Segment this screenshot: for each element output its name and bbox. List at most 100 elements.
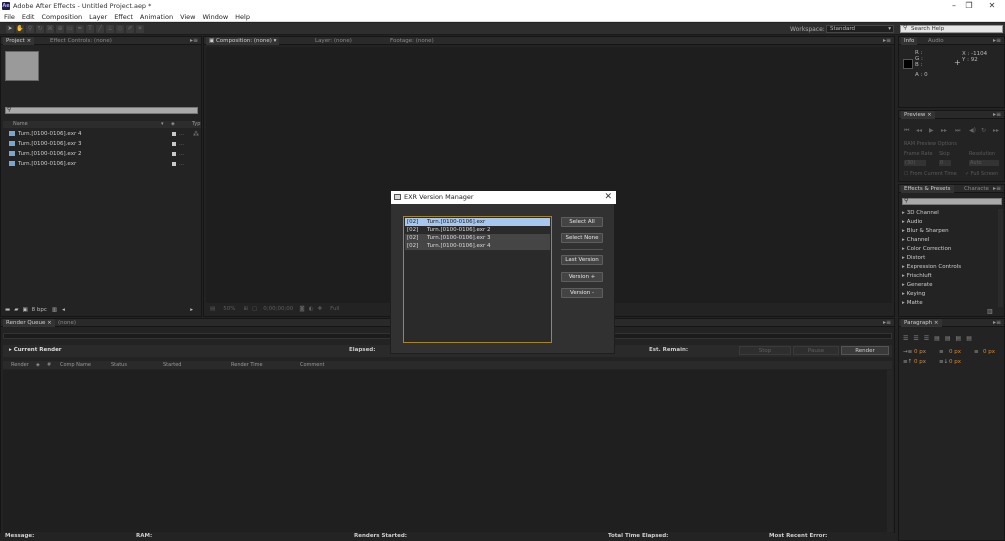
column-render[interactable]: Render: [11, 361, 29, 369]
color-icon[interactable]: ✚: [317, 304, 322, 314]
panel-menu-icon[interactable]: ▸≡: [883, 319, 891, 327]
menu-animation[interactable]: Animation: [140, 13, 173, 21]
render-queue-list[interactable]: [3, 370, 887, 532]
pan-behind-tool-icon[interactable]: ⊕: [56, 24, 64, 33]
tab-layer[interactable]: Layer: (none): [312, 37, 355, 45]
zoom-tool-icon[interactable]: ⚲: [26, 24, 34, 33]
effect-category[interactable]: ▸ Frischluft: [902, 272, 932, 280]
timecode-display[interactable]: 0;00;00;00: [263, 304, 293, 314]
column-started[interactable]: Started: [163, 361, 181, 369]
tab-paragraph[interactable]: Paragraph ×: [901, 319, 942, 327]
trash-icon[interactable]: ▥: [52, 306, 57, 314]
menu-effect[interactable]: Effect: [114, 13, 133, 21]
align-left-icon[interactable]: ☰: [903, 335, 908, 342]
version-list-item[interactable]: [02] Turn.[0100-0106].exr: [405, 218, 550, 226]
align-right-icon[interactable]: ☰: [924, 335, 929, 342]
project-item[interactable]: Turn.[0100-0106].exr 4: [9, 130, 81, 138]
from-current-time-checkbox[interactable]: ☐ From Current Time: [904, 171, 957, 177]
project-item[interactable]: Turn.[0100-0106].exr 3: [9, 140, 81, 148]
rotation-tool-icon[interactable]: ↻: [36, 24, 44, 33]
version-list-item[interactable]: [02] Turn.[0100-0106].exr 4: [405, 242, 550, 250]
render-button[interactable]: Render: [841, 346, 889, 355]
effect-category[interactable]: ▸ Audio: [902, 218, 922, 226]
scroll-right-icon[interactable]: ▸: [190, 306, 193, 314]
panel-menu-icon[interactable]: ▸≡: [993, 319, 1001, 327]
mask-tool-icon[interactable]: ▭: [66, 24, 74, 33]
tab-audio[interactable]: Audio: [925, 37, 947, 45]
column-number[interactable]: #: [47, 361, 51, 369]
label-column-icon[interactable]: ◈: [171, 121, 175, 128]
project-search-input[interactable]: ⚲: [5, 106, 198, 114]
mute-icon[interactable]: ◀): [969, 127, 976, 134]
justify-all-icon[interactable]: ▤: [966, 335, 972, 342]
full-screen-checkbox[interactable]: ✓ Full Screen: [965, 171, 998, 177]
play-icon[interactable]: ▶: [929, 127, 934, 134]
column-comp-name[interactable]: Comp Name: [60, 361, 91, 369]
type-tool-icon[interactable]: T: [86, 24, 94, 33]
label-swatch[interactable]: [172, 162, 176, 166]
new-folder-icon[interactable]: ▰: [14, 306, 18, 314]
current-render-toggle[interactable]: ▸ Current Render: [9, 347, 62, 353]
search-help-input[interactable]: ⚲ Search Help: [900, 25, 1003, 33]
snapshot-icon[interactable]: ▢: [252, 304, 257, 314]
next-frame-icon[interactable]: ▸▸: [941, 127, 947, 134]
project-item[interactable]: Turn.[0100-0106].exr: [9, 160, 76, 168]
panel-menu-icon[interactable]: ▸≡: [190, 37, 198, 45]
panel-menu-icon[interactable]: ▸≡: [993, 185, 1001, 193]
tab-footage[interactable]: Footage: (none): [387, 37, 437, 45]
close-icon[interactable]: ✕: [985, 1, 999, 10]
new-preset-icon[interactable]: ▥: [987, 308, 993, 315]
puppet-tool-icon[interactable]: ✶: [136, 24, 144, 33]
show-channel-icon[interactable]: ◐: [309, 304, 314, 314]
dialog-close-icon[interactable]: ✕: [604, 191, 612, 204]
effect-category[interactable]: ▸ Expression Controls: [902, 263, 961, 271]
new-comp-icon[interactable]: ▣: [22, 306, 27, 314]
stop-button[interactable]: Stop: [739, 346, 791, 355]
justify-right-icon[interactable]: ▤: [956, 335, 962, 342]
ram-preview-icon[interactable]: ▸▸: [993, 127, 999, 134]
first-frame-icon[interactable]: ⏮: [904, 127, 909, 135]
indent-right-value[interactable]: 0 px: [949, 349, 961, 355]
workspace-select[interactable]: Standard ▾: [826, 25, 894, 33]
label-column-icon[interactable]: ◈: [36, 361, 40, 369]
always-preview-icon[interactable]: ▤: [210, 304, 215, 314]
justify-center-icon[interactable]: ▤: [945, 335, 951, 342]
menu-edit[interactable]: Edit: [22, 13, 35, 21]
bpc-button[interactable]: 8 bpc: [32, 306, 47, 314]
zoom-select[interactable]: 50%: [223, 304, 235, 314]
menu-file[interactable]: File: [4, 13, 15, 21]
indent-left-value[interactable]: 0 px: [914, 349, 926, 355]
pen-tool-icon[interactable]: ✒: [76, 24, 84, 33]
eraser-tool-icon[interactable]: ◇: [116, 24, 124, 33]
effect-category[interactable]: ▸ Keying: [902, 290, 925, 298]
render-queue-scrollbar[interactable]: [887, 370, 893, 532]
menu-help[interactable]: Help: [235, 13, 250, 21]
menu-view[interactable]: View: [180, 13, 195, 21]
resolution-select[interactable]: Auto: [969, 160, 999, 166]
loop-icon[interactable]: ↻: [981, 127, 986, 134]
select-all-button[interactable]: Select All: [561, 217, 603, 227]
tab-effect-controls[interactable]: Effect Controls: (none): [47, 37, 115, 45]
pause-button[interactable]: Pause: [793, 346, 839, 355]
panel-menu-icon[interactable]: ▸≡: [993, 111, 1001, 119]
align-center-icon[interactable]: ☰: [913, 335, 918, 342]
panel-menu-icon[interactable]: ▸≡: [993, 37, 1001, 45]
tab-composition[interactable]: ▣ Composition: (none) ▾: [206, 37, 280, 45]
tab-info[interactable]: Info: [901, 37, 918, 45]
space-after-value[interactable]: 0 px: [949, 359, 961, 365]
minimize-icon[interactable]: –: [947, 1, 961, 10]
version-list-item[interactable]: [02] Turn.[0100-0106].exr 2: [405, 226, 550, 234]
effect-category[interactable]: ▸ Color Correction: [902, 245, 951, 253]
space-before-value[interactable]: 0 px: [914, 359, 926, 365]
hand-tool-icon[interactable]: ✋: [16, 24, 24, 33]
effect-category[interactable]: ▸ Generate: [902, 281, 932, 289]
selection-tool-icon[interactable]: ➤: [6, 24, 14, 33]
tab-effects-presets[interactable]: Effects & Presets: [901, 185, 954, 193]
tab-character[interactable]: Characte: [961, 185, 992, 193]
effect-category[interactable]: ▸ Matte: [902, 299, 923, 307]
camera-icon[interactable]: ◙: [299, 304, 304, 314]
last-version-button[interactable]: Last Version: [561, 255, 603, 265]
interpret-footage-icon[interactable]: ▬: [5, 306, 10, 314]
first-line-indent-value[interactable]: 0 px: [983, 349, 995, 355]
label-swatch[interactable]: [172, 152, 176, 156]
